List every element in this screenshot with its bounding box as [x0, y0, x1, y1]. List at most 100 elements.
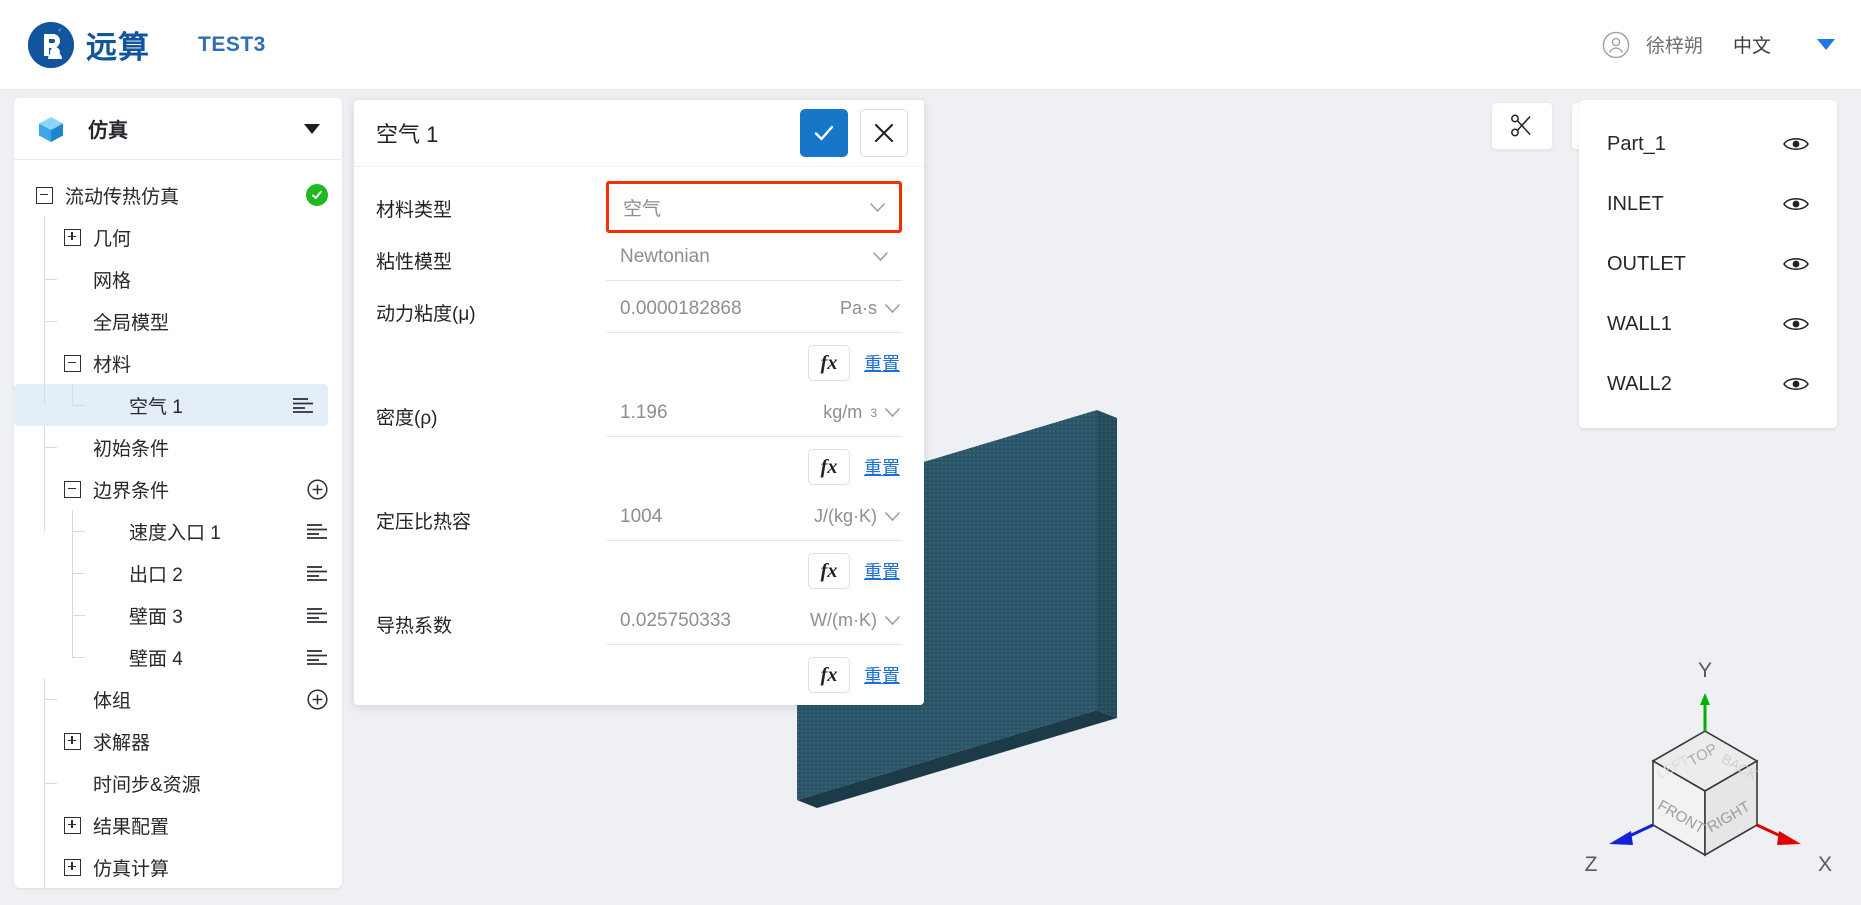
- cancel-button[interactable]: [860, 109, 908, 157]
- tree-guide-elbow: [72, 657, 85, 658]
- expand-icon[interactable]: [64, 732, 81, 750]
- reset-link[interactable]: 重置: [864, 662, 900, 688]
- tree-item[interactable]: 几何: [14, 216, 342, 258]
- field-label: 材料类型: [376, 200, 453, 221]
- chevron-down-icon: [873, 252, 888, 261]
- collapse-icon[interactable]: [64, 480, 81, 498]
- tree-item[interactable]: 壁面 3: [14, 594, 342, 636]
- tree-guide-elbow: [72, 615, 85, 616]
- unit-label: Pa·s: [839, 298, 877, 318]
- unit-select[interactable]: Pa·s: [796, 285, 902, 333]
- field-input[interactable]: 0.025750333: [606, 597, 796, 645]
- field-select[interactable]: 空气: [606, 181, 902, 233]
- eye-icon[interactable]: [1783, 135, 1809, 153]
- user-circle-icon: [1602, 31, 1630, 58]
- field-control: 1.196 kg/m 3: [606, 389, 902, 437]
- eye-icon[interactable]: [1783, 375, 1809, 393]
- tree-item-menu-button[interactable]: [292, 397, 314, 413]
- confirm-button[interactable]: [800, 109, 848, 157]
- form-row: 动力粘度(μ) 0.0000182868 Pa·s: [376, 285, 902, 337]
- field-input[interactable]: 1004: [606, 493, 796, 541]
- field-select[interactable]: Newtonian: [606, 233, 902, 281]
- dialog-actions: [800, 109, 908, 157]
- part-label: Part_1: [1607, 132, 1666, 155]
- eye-icon[interactable]: [1783, 195, 1809, 213]
- reset-link[interactable]: 重置: [864, 558, 900, 584]
- tree-item[interactable]: 壁面 4: [14, 636, 342, 678]
- field-value: 1.196: [620, 401, 668, 423]
- tree-guide-line: [72, 510, 73, 531]
- expand-icon[interactable]: [64, 228, 81, 246]
- caret-down-icon[interactable]: [304, 123, 320, 134]
- collapse-icon[interactable]: [36, 186, 53, 204]
- tree-item-label: 结果配置: [93, 816, 170, 838]
- tree-indent-stub: [100, 607, 117, 624]
- add-item-button[interactable]: [307, 688, 328, 710]
- field-label: 导热系数: [376, 616, 453, 637]
- unit-select[interactable]: kg/m 3: [796, 389, 902, 437]
- caret-down-icon[interactable]: [1817, 39, 1835, 50]
- tree-item-menu-button[interactable]: [306, 649, 328, 665]
- field-value: 0.025750333: [620, 609, 731, 631]
- list-item[interactable]: WALL1: [1579, 294, 1837, 354]
- tree-item-label: 初始条件: [93, 438, 170, 460]
- tree-indent-stub: [100, 523, 117, 540]
- formula-button[interactable]: fx: [808, 345, 850, 381]
- reset-link[interactable]: 重置: [864, 350, 900, 376]
- tree-item[interactable]: 材料: [14, 342, 342, 384]
- tree-item[interactable]: 体组: [14, 678, 342, 720]
- expand-icon[interactable]: [64, 816, 81, 834]
- tree-item[interactable]: 出口 2: [14, 552, 342, 594]
- tree-item[interactable]: 仿真计算: [14, 846, 342, 888]
- close-icon: [874, 123, 894, 143]
- tree-item[interactable]: 求解器: [14, 720, 342, 762]
- part-label: INLET: [1607, 192, 1664, 215]
- unit-select[interactable]: W/(m·K): [796, 597, 902, 645]
- tree-guide-elbow: [44, 447, 57, 448]
- tree-item[interactable]: 速度入口 1: [14, 510, 342, 552]
- list-lines-icon: [307, 524, 327, 539]
- tree-item-label: 出口 2: [129, 564, 183, 586]
- tree-item[interactable]: 空气 1: [14, 384, 328, 426]
- list-item[interactable]: Part_1: [1579, 114, 1837, 174]
- brand-name: 远算: [86, 30, 150, 65]
- tree-item-menu-button[interactable]: [306, 523, 328, 539]
- tree-item[interactable]: 边界条件: [14, 468, 342, 510]
- tree-item[interactable]: 全局模型: [14, 300, 342, 342]
- language-selector[interactable]: 中文: [1733, 31, 1771, 58]
- form-row: 材料类型 空气: [376, 181, 902, 233]
- eye-icon[interactable]: [1783, 255, 1809, 273]
- formula-button[interactable]: fx: [808, 553, 850, 589]
- reset-link[interactable]: 重置: [864, 454, 900, 480]
- field-input[interactable]: 1.196: [606, 389, 796, 437]
- axis-orientation-cube[interactable]: TOP FRONT RIGHT BACK LEFT Y X Z: [1571, 643, 1839, 893]
- tree-item[interactable]: 流动传热仿真: [14, 174, 342, 216]
- tree-item-menu-button[interactable]: [306, 607, 328, 623]
- tree-item[interactable]: 时间步&资源: [14, 762, 342, 804]
- tree-item-label: 边界条件: [93, 480, 170, 502]
- clip-button[interactable]: [1491, 102, 1553, 150]
- expand-icon[interactable]: [64, 858, 81, 876]
- tree-item[interactable]: 网格: [14, 258, 342, 300]
- field-control: 空气: [606, 181, 902, 233]
- eye-icon[interactable]: [1783, 315, 1809, 333]
- add-item-button[interactable]: [307, 478, 328, 500]
- top-bar-right: 徐梓朔 中文: [1602, 31, 1835, 59]
- formula-button[interactable]: fx: [808, 657, 850, 693]
- formula-button[interactable]: fx: [808, 449, 850, 485]
- sidebar-header[interactable]: 仿真: [14, 98, 342, 160]
- tree-item[interactable]: 初始条件: [14, 426, 342, 468]
- tree-item-menu-button[interactable]: [306, 565, 328, 581]
- check-circle-icon: [306, 184, 328, 206]
- field-input[interactable]: 0.0000182868: [606, 285, 796, 333]
- collapse-icon[interactable]: [64, 354, 81, 372]
- list-item[interactable]: OUTLET: [1579, 234, 1837, 294]
- tree-item[interactable]: 结果配置: [14, 804, 342, 846]
- tree-guide-line: [44, 762, 45, 783]
- user-name: 徐梓朔: [1645, 36, 1703, 57]
- field-actions: fx 重置: [376, 545, 902, 597]
- unit-select[interactable]: J/(kg·K): [796, 493, 902, 541]
- tree-guide-line: [72, 594, 73, 615]
- list-item[interactable]: INLET: [1579, 174, 1837, 234]
- list-item[interactable]: WALL2: [1579, 354, 1837, 414]
